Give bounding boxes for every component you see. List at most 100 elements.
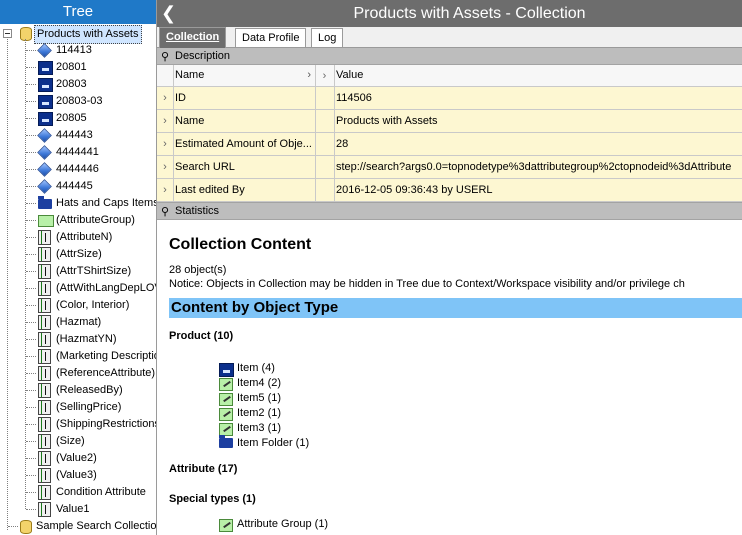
tree-node[interactable]: 20803-03: [0, 93, 156, 110]
tree-branch-line: [26, 424, 36, 425]
attribute-icon: [38, 434, 51, 449]
tab-log[interactable]: Log: [311, 28, 344, 47]
column-header-value[interactable]: Value: [336, 65, 742, 86]
property-row[interactable]: › Estimated Amount of Obje... 28: [157, 133, 742, 156]
tree-node[interactable]: (AttributeGroup): [0, 212, 156, 229]
tree-node[interactable]: 4444441: [0, 144, 156, 161]
tree-node-label: Condition Attribute: [56, 486, 146, 498]
row-expander-icon[interactable]: ›: [157, 133, 174, 155]
tree-node[interactable]: Hats and Caps Items: [0, 195, 156, 212]
row-expander-icon[interactable]: ›: [157, 87, 174, 109]
tree-node-label: Value1: [56, 503, 90, 515]
page-title: Products with Assets - Collection: [353, 5, 586, 22]
tab-data-profile[interactable]: Data Profile: [235, 28, 307, 47]
folder-icon: [219, 435, 233, 448]
tree-node[interactable]: (AttrSize): [0, 246, 156, 263]
grid-header-row: Name › › Value: [157, 65, 742, 87]
property-row[interactable]: › ID 114506: [157, 87, 742, 110]
tab-collection[interactable]: Collection: [159, 27, 227, 48]
tree-node[interactable]: (Marketing Descriptio: [0, 348, 156, 365]
tree-branch-line: [8, 526, 18, 527]
attribute-icon: [38, 349, 51, 364]
type-entry[interactable]: Item3 (1): [219, 421, 742, 436]
tree-node[interactable]: (SellingPrice): [0, 399, 156, 416]
tree-node-label: (SellingPrice): [56, 401, 122, 413]
row-expander-icon[interactable]: ›: [157, 156, 174, 178]
type-entry[interactable]: Item Folder (1): [219, 435, 742, 451]
tree-node[interactable]: (Color, Interior): [0, 297, 156, 314]
row-expander-icon[interactable]: ›: [157, 179, 174, 201]
tree-node[interactable]: (ReleasedBy): [0, 382, 156, 399]
type-entry[interactable]: Item4 (2): [219, 376, 742, 391]
tree-node[interactable]: (Value2): [0, 450, 156, 467]
type-entry[interactable]: Attribute Group (1): [219, 517, 742, 532]
attribute-icon: [38, 281, 51, 296]
tree-root-node[interactable]: Products with Assets: [0, 25, 156, 44]
tree-node[interactable]: 4444446: [0, 161, 156, 178]
tree-node-label: (Hazmat): [56, 316, 102, 328]
attribute-group-icon: [38, 215, 54, 227]
tree-branch-line: [26, 390, 36, 391]
tree-node[interactable]: (Size): [0, 433, 156, 450]
tree-node[interactable]: (ReferenceAttribute): [0, 365, 156, 382]
type-entry-list: Attribute Group (1): [219, 517, 742, 532]
pin-icon[interactable]: ⚲: [161, 204, 169, 220]
tree-node[interactable]: (HazmatYN): [0, 331, 156, 348]
tree-node-label: (Color, Interior): [56, 299, 130, 311]
tree-node[interactable]: (AttrTShirtSize): [0, 263, 156, 280]
collection-content-heading: Collection Content: [169, 236, 312, 253]
tree-node[interactable]: 20805: [0, 110, 156, 127]
tree-node-label: (Value2): [56, 452, 97, 464]
tree-branch-line: [26, 322, 36, 323]
property-row[interactable]: › Last edited By 2016-12-05 09:36:43 by US…: [157, 179, 742, 202]
type-entry[interactable]: Item2 (1): [219, 406, 742, 421]
tree-node[interactable]: 20803: [0, 76, 156, 93]
row-expander-icon[interactable]: ›: [157, 110, 174, 132]
content-by-type-heading: Content by Object Type: [169, 298, 742, 318]
column-header-name-label: Name: [175, 69, 205, 81]
tree-branch-line: [26, 271, 36, 272]
type-entry[interactable]: Item5 (1): [219, 391, 742, 406]
tree-node[interactable]: (AttributeN): [0, 229, 156, 246]
tree-branch-line: [26, 118, 36, 119]
cube-icon: [37, 128, 52, 143]
property-value[interactable]: Products with Assets: [336, 110, 742, 132]
description-section-bar[interactable]: ⚲ Description: [157, 48, 742, 65]
tree-node[interactable]: (ShippingRestrictions: [0, 416, 156, 433]
column-header-name[interactable]: Name ›: [174, 65, 316, 86]
tree-node[interactable]: Condition Attribute: [0, 484, 156, 501]
cube-icon: [37, 145, 52, 160]
main-panel: ❮ Products with Assets - Collection Coll…: [157, 0, 742, 535]
description-section-label: Description: [175, 50, 231, 62]
tree-node[interactable]: 444443: [0, 127, 156, 144]
row-detail-cell: [315, 87, 335, 109]
tree-node[interactable]: (AttWithLangDepLOV: [0, 280, 156, 297]
object-type-groups: Product (10) Item (4) Item4 (2) Item5 (1) It…: [169, 330, 742, 532]
item-icon: [219, 363, 234, 377]
property-row[interactable]: › Name Products with Assets: [157, 110, 742, 133]
statistics-section-bar[interactable]: ⚲ Statistics: [157, 202, 742, 220]
tree-node[interactable]: 444445: [0, 178, 156, 195]
tree-node-label: Sample Search Collection: [36, 520, 157, 532]
tree-node[interactable]: 20801: [0, 59, 156, 76]
property-value[interactable]: step://search?args0.0=topnodetype%3dattr…: [336, 156, 742, 178]
tree-node[interactable]: Value1: [0, 501, 156, 518]
tree-branch-line: [26, 101, 36, 102]
attribute-icon: [38, 400, 51, 415]
property-value[interactable]: 114506: [336, 87, 742, 109]
type-entry[interactable]: Item (4): [219, 361, 742, 377]
tree-node-label: 20803-03: [56, 95, 103, 107]
tree-node[interactable]: (Hazmat): [0, 314, 156, 331]
tree-branch-line: [26, 67, 36, 68]
property-value[interactable]: 2016-12-05 09:36:43 by USERL: [336, 179, 742, 201]
pin-icon[interactable]: ⚲: [161, 49, 169, 65]
property-value[interactable]: 28: [336, 133, 742, 155]
tree-node[interactable]: (Value3): [0, 467, 156, 484]
property-row[interactable]: › Search URL step://search?args0.0=topnode…: [157, 156, 742, 179]
object-count: 28 object(s): [169, 264, 227, 276]
cube-icon: [37, 179, 52, 194]
tree-node-sibling[interactable]: Sample Search Collection: [0, 518, 156, 535]
tree-node[interactable]: 114413: [0, 42, 156, 59]
attribute-icon: [38, 298, 51, 313]
type-entry-label: Item4 (2): [237, 377, 282, 389]
